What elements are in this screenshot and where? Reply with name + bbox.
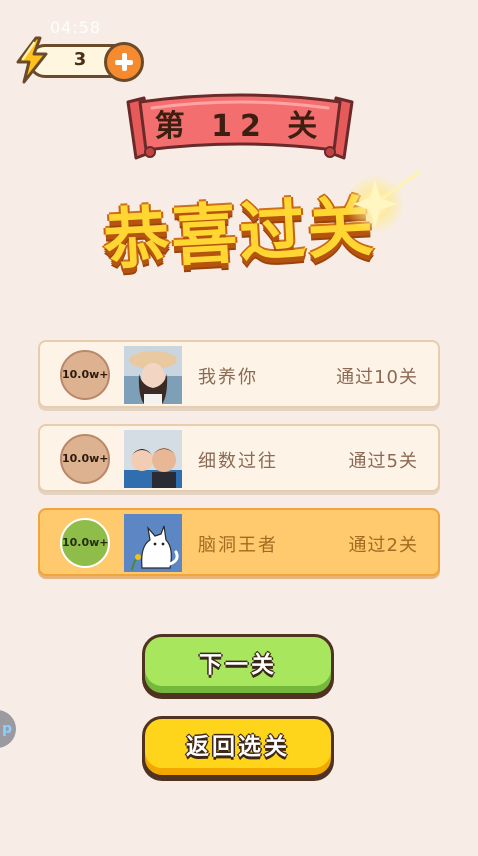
ranking-row: 10.0w+ 细数过往 通过5关 xyxy=(38,424,440,492)
avatar xyxy=(124,346,182,404)
energy-count: 3 xyxy=(73,49,87,70)
player-score: 通过2关 xyxy=(348,535,418,556)
lightning-icon xyxy=(16,36,48,84)
rank-badge: 10.0w+ xyxy=(60,350,110,400)
ranking-row: 10.0w+ 我养你 通过10关 xyxy=(38,340,440,408)
sparkle-icon xyxy=(345,170,421,234)
rank-badge: 10.0w+ xyxy=(60,518,110,568)
add-energy-button[interactable] xyxy=(104,42,144,82)
player-name: 我养你 xyxy=(198,367,258,388)
back-to-levels-button[interactable]: 返回选关 xyxy=(142,716,334,778)
player-score: 通过5关 xyxy=(348,451,418,472)
next-level-button[interactable]: 下一关 xyxy=(142,634,334,696)
floating-widget-button[interactable]: p xyxy=(0,710,16,748)
player-score: 通过10关 xyxy=(336,367,418,388)
level-label: 第 12 关 xyxy=(154,109,326,144)
ranking-row-self: 10.0w+ 脑洞王者 通过2关 xyxy=(38,508,440,576)
avatar xyxy=(124,514,182,572)
status-time: 04:58 xyxy=(50,18,102,37)
avatar xyxy=(124,430,182,488)
player-name: 细数过往 xyxy=(198,451,278,472)
rank-badge: 10.0w+ xyxy=(60,434,110,484)
player-name: 脑洞王者 xyxy=(198,535,278,556)
